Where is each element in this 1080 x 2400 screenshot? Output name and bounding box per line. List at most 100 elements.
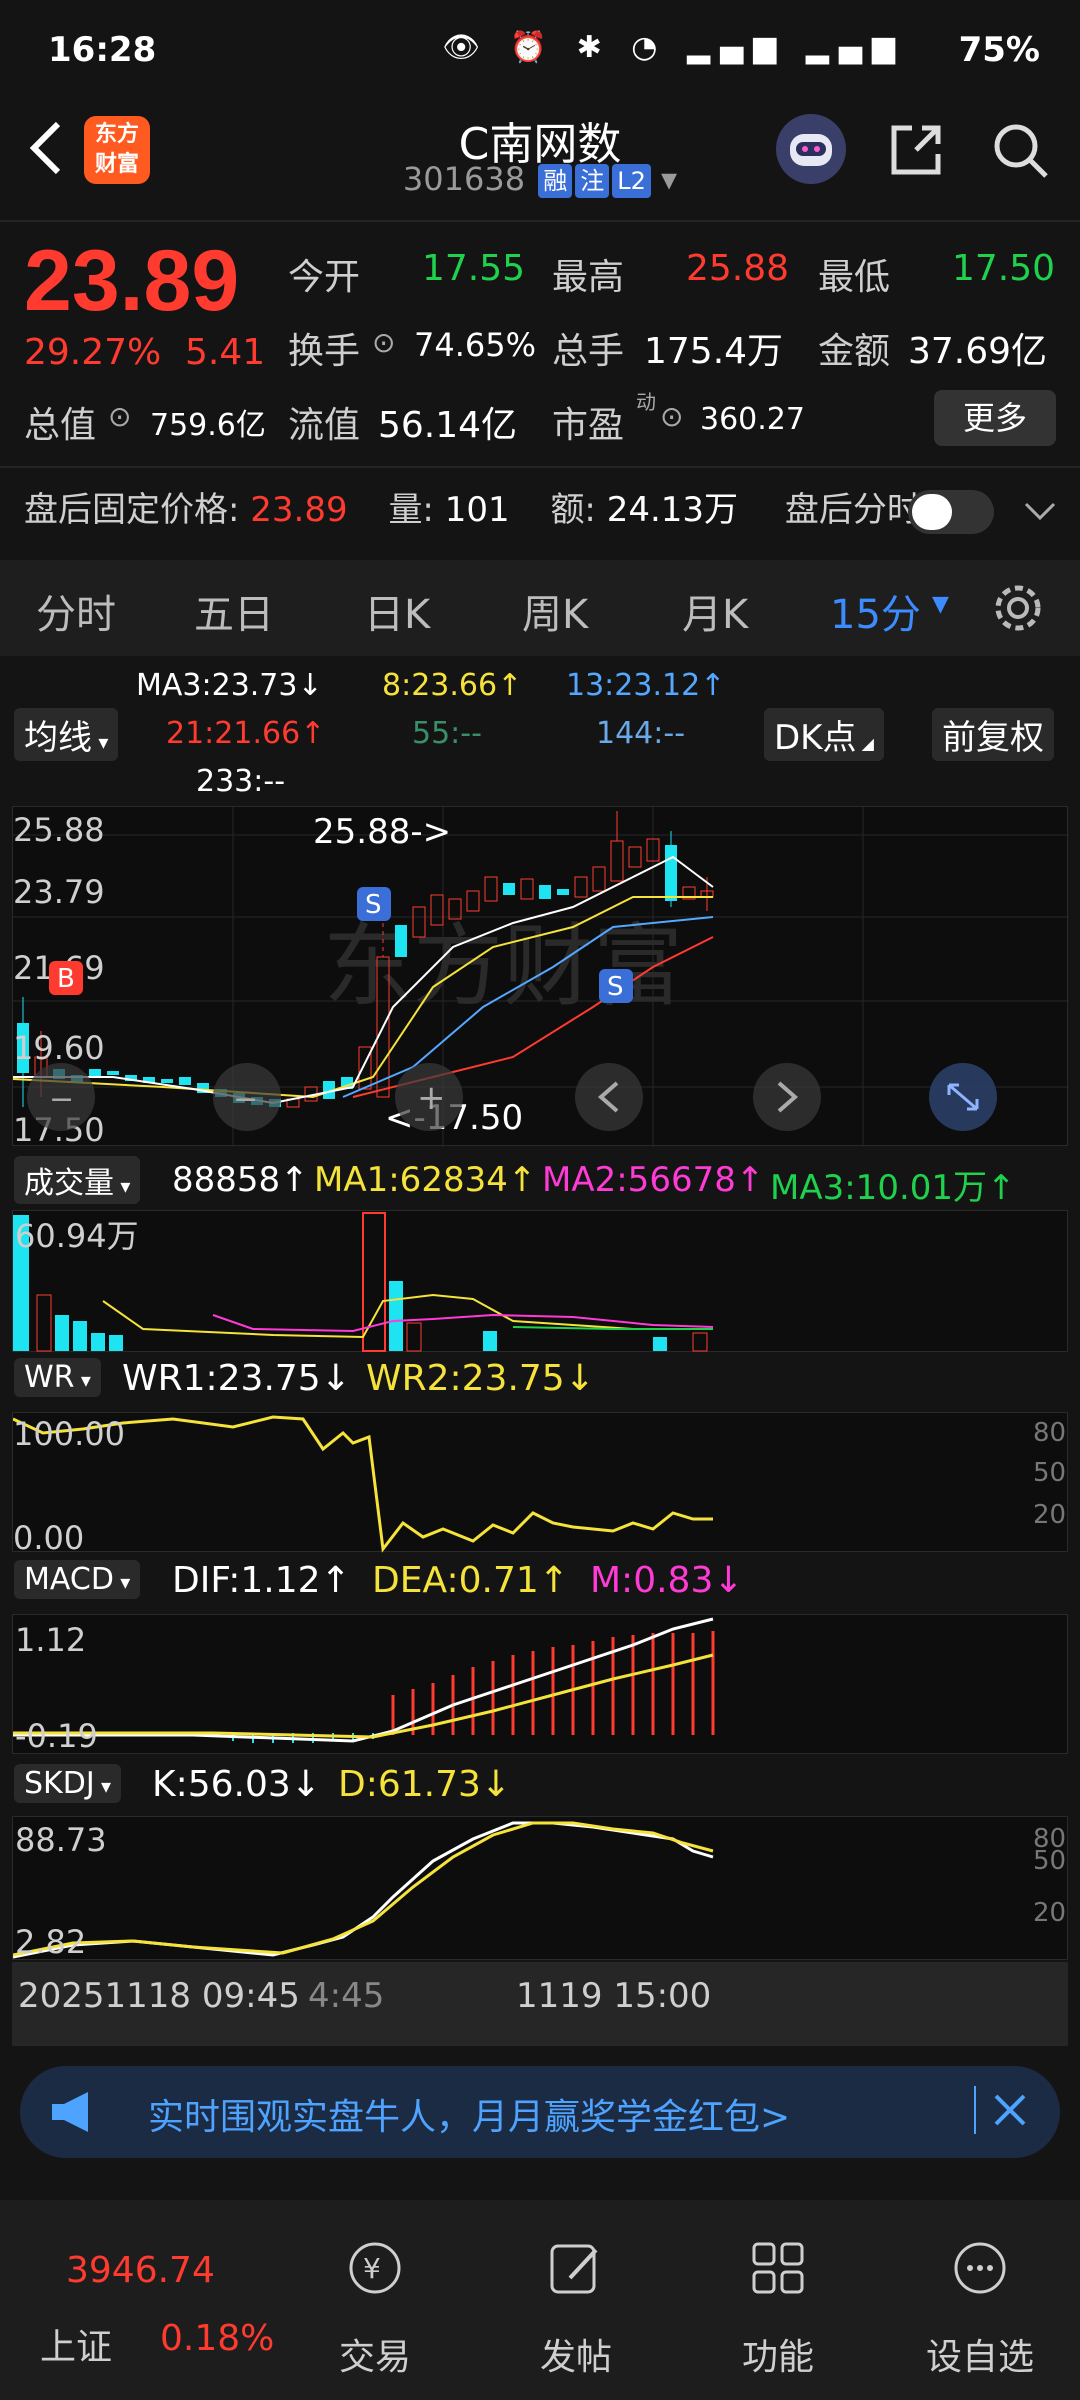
trade-icon[interactable]: ¥ xyxy=(345,2238,405,2298)
skdj-chart[interactable]: 88.73 2.82 80 50 20 xyxy=(12,1816,1068,1961)
index-change[interactable]: 0.18% xyxy=(160,2318,274,2359)
after-amt-label: 额: xyxy=(550,490,596,530)
wr-select[interactable]: WR ▾ xyxy=(14,1358,101,1397)
high-value: 25.88 xyxy=(686,248,790,289)
svg-text:1.12: 1.12 xyxy=(15,1621,86,1659)
volume-value: 175.4万 xyxy=(644,331,784,372)
back-icon[interactable] xyxy=(22,118,72,178)
tab-five-day[interactable]: 五日 xyxy=(194,582,274,640)
open-label: 今开 xyxy=(288,257,361,298)
after-vol: 101 xyxy=(444,490,510,530)
chevron-down-icon[interactable] xyxy=(1020,496,1060,526)
assistant-robot-icon[interactable] xyxy=(776,114,846,184)
svg-text:−: − xyxy=(49,1082,74,1117)
ma55-legend: 55:-- xyxy=(412,716,482,751)
info-icon[interactable]: ⊙ xyxy=(660,400,683,433)
skdj-select[interactable]: SKDJ ▾ xyxy=(14,1764,122,1803)
tag-margin: 融 xyxy=(538,164,573,198)
tab-daily-k[interactable]: 日K xyxy=(364,582,430,640)
gear-icon[interactable] xyxy=(990,580,1046,636)
svg-text:0.00: 0.00 xyxy=(13,1519,84,1553)
volume-chart[interactable]: 60.94万 xyxy=(12,1210,1068,1352)
index-name[interactable]: 上证 xyxy=(40,2318,112,2370)
turnover-value: 74.65% xyxy=(414,326,537,364)
more-dots-icon[interactable] xyxy=(950,2238,1010,2298)
vol-ma1: MA1:62834↑ xyxy=(314,1160,537,1200)
d-value: D:61.73↓ xyxy=(338,1764,512,1805)
kline-chart[interactable]: 东方财富 25.88-> 25.88 23.79 19.60 B S S − −… xyxy=(12,806,1069,1149)
info-icon[interactable]: ⊙ xyxy=(372,326,395,359)
function-button[interactable]: 功能 xyxy=(708,2328,848,2380)
dif-value: DIF:1.12↑ xyxy=(172,1560,351,1601)
volume-value: 88858↑ xyxy=(172,1160,309,1200)
after-hours-toggle[interactable] xyxy=(908,490,994,534)
more-button[interactable]: 更多 xyxy=(934,390,1056,446)
volume-label: 总手 xyxy=(552,331,625,372)
vol-ma2: MA2:56678↑ xyxy=(542,1160,765,1200)
after-hours-row: 盘后固定价格: 23.89 量: 101 额: 24.13万 盘后分时 xyxy=(24,482,921,531)
open-value: 17.55 xyxy=(422,248,526,289)
svg-text:60.94万: 60.94万 xyxy=(15,1217,139,1255)
tab-weekly-k[interactable]: 周K xyxy=(522,582,588,640)
adjust-button[interactable]: 前复权 xyxy=(932,708,1054,761)
tab-15-min[interactable]: 15分 xyxy=(830,582,921,640)
tab-intraday[interactable]: 分时 xyxy=(36,582,116,640)
caret-down-icon: ▾ xyxy=(113,1570,131,1594)
index-value[interactable]: 3946.74 xyxy=(66,2250,215,2291)
macd-select[interactable]: MACD ▾ xyxy=(14,1560,141,1599)
time-axis: 20251118 09:45 4:45 1119 15:00 xyxy=(12,1962,1068,2046)
wr1-value: WR1:23.75↓ xyxy=(122,1358,351,1399)
add-watchlist-button[interactable]: 设自选 xyxy=(910,2328,1050,2380)
turnover-label: 换手 xyxy=(288,331,361,372)
svg-text:S: S xyxy=(365,890,382,920)
pe-label: 市盈 xyxy=(552,405,625,446)
pe-value: 360.27 xyxy=(700,402,805,437)
sell-marker-s: S xyxy=(357,887,391,921)
dk-point-button[interactable]: DK点 ◢ xyxy=(764,708,884,761)
after-chart-label: 盘后分时 xyxy=(784,490,921,530)
ma3-legend: MA3:23.73↓ xyxy=(136,668,323,703)
volume-select[interactable]: 成交量 ▾ xyxy=(14,1156,141,1204)
current-price: 23.89 xyxy=(24,233,240,329)
ma-type-select[interactable]: 均线 ▾ xyxy=(14,708,119,761)
svg-text:19.60: 19.60 xyxy=(13,1029,105,1067)
share-icon[interactable] xyxy=(886,120,946,180)
svg-text:2.82: 2.82 xyxy=(15,1923,86,1961)
caret-down-icon: ▾ xyxy=(92,730,109,754)
ma-type-label: 均线 xyxy=(24,718,92,758)
ma13-legend: 13:23.12↑ xyxy=(566,668,726,703)
dk-point-label: DK点 xyxy=(774,718,857,758)
k-value: K:56.03↓ xyxy=(152,1764,321,1805)
high-label: 最高 xyxy=(552,257,625,298)
status-time: 16:28 xyxy=(48,30,157,70)
tag-registration: 注 xyxy=(575,164,610,198)
header: C南网数 301638 融注 L2 ▾ 东方 财富 xyxy=(0,100,1080,220)
banner-text[interactable]: 实时围观实盘牛人，月月赢奖学金红包> xyxy=(148,2088,790,2140)
period-tabs: 分时 五日 日K 周K 月K 15分 ▼ xyxy=(0,560,1080,656)
banner-divider xyxy=(974,2086,976,2134)
search-icon[interactable] xyxy=(990,120,1050,180)
caret-down-icon: ▾ xyxy=(114,1174,131,1198)
trade-button[interactable]: 交易 xyxy=(305,2328,445,2380)
post-button[interactable]: 发帖 xyxy=(506,2328,646,2380)
macd-chart[interactable]: 1.12 -0.19 xyxy=(12,1614,1068,1755)
pe-dynamic-sup: 动 xyxy=(636,390,656,414)
after-price-label: 盘后固定价格: xyxy=(24,490,240,530)
after-vol-label: 量: xyxy=(388,490,434,530)
time-right: 1119 15:00 xyxy=(516,1976,712,2016)
macd-label: MACD xyxy=(24,1562,114,1597)
after-price: 23.89 xyxy=(250,490,348,530)
chevron-down-icon[interactable]: ▾ xyxy=(661,160,677,198)
caret-down-icon: ▼ xyxy=(932,592,949,617)
close-icon[interactable] xyxy=(990,2090,1030,2130)
low-value: 17.50 xyxy=(952,248,1056,289)
apps-icon[interactable] xyxy=(748,2238,808,2298)
float-value: 56.14亿 xyxy=(378,405,518,446)
tab-monthly-k[interactable]: 月K xyxy=(682,582,748,640)
info-icon[interactable]: ⊙ xyxy=(108,400,131,433)
wr-chart[interactable]: 100.00 0.00 80 50 20 xyxy=(12,1412,1068,1557)
status-bar: 16:28 👁 ⏰ ✱ ◔ ▂▄▆ ▂▄▆ 75% xyxy=(0,0,1080,100)
vol-ma3: MA3:10.01万↑ xyxy=(770,1168,1016,1208)
svg-text:S: S xyxy=(607,972,624,1002)
post-icon[interactable] xyxy=(546,2238,606,2298)
